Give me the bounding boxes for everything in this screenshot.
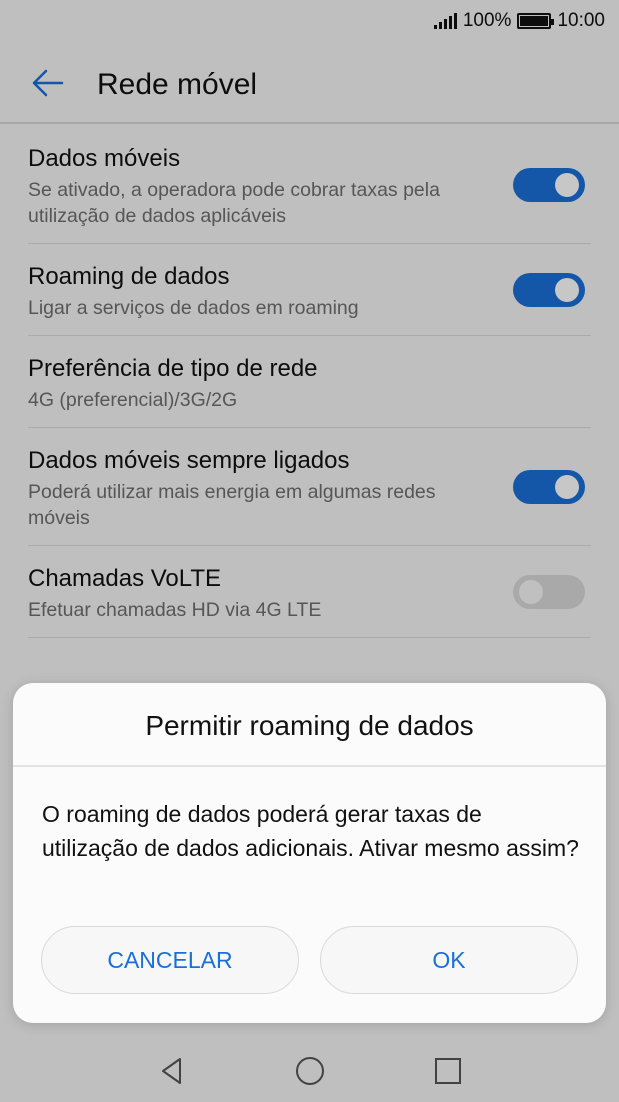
- dialog-title: Permitir roaming de dados: [13, 683, 606, 767]
- ok-button[interactable]: OK: [320, 926, 578, 994]
- cancel-button[interactable]: CANCELAR: [41, 926, 299, 994]
- roaming-dialog: Permitir roaming de dados O roaming de d…: [13, 683, 606, 1023]
- dialog-message: O roaming de dados poderá gerar taxas de…: [42, 801, 579, 861]
